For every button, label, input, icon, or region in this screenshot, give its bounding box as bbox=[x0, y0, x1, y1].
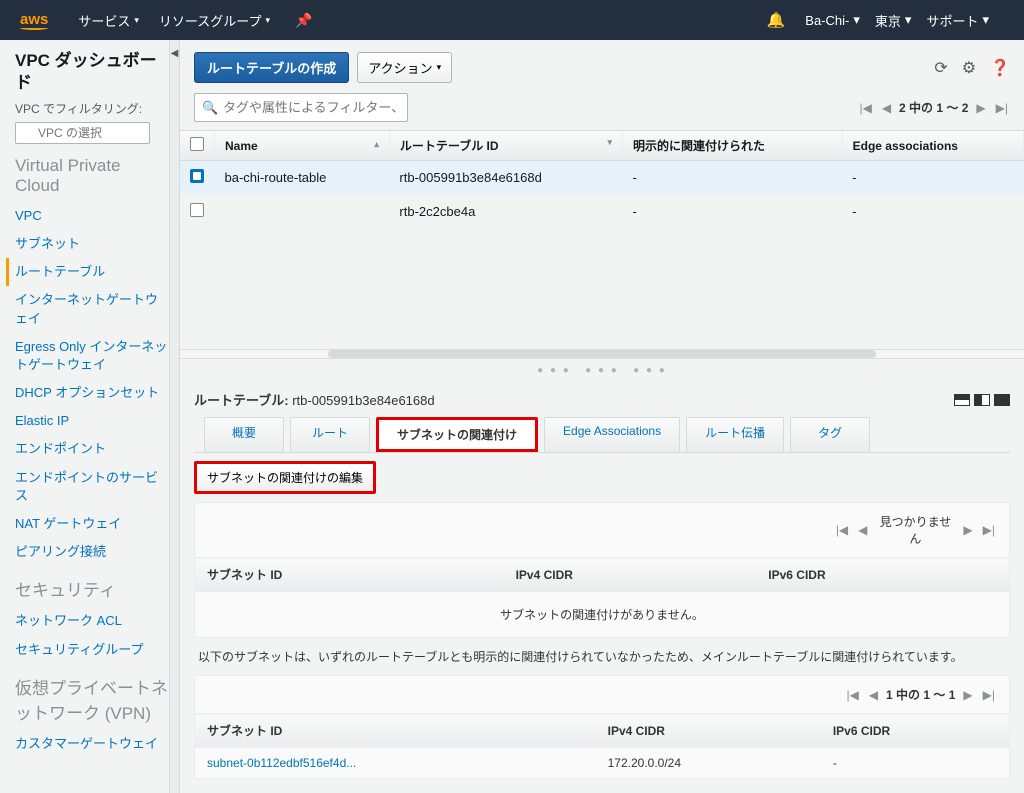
page-last-icon[interactable]: ▶| bbox=[994, 101, 1010, 115]
tab-subnet-associations[interactable]: サブネットの関連付け bbox=[376, 417, 538, 452]
select-all-checkbox[interactable] bbox=[190, 137, 204, 151]
account-menu[interactable]: Ba-Chi-▾ bbox=[805, 12, 860, 28]
tab-edge-associations[interactable]: Edge Associations bbox=[544, 417, 680, 452]
top-pagination: |◀ ◀ 2 中の 1 ～ 2 ▶ ▶| bbox=[857, 99, 1010, 116]
col-ipv6-cidr: IPv6 CIDR bbox=[821, 714, 1009, 748]
sidebar-item-igw[interactable]: インターネットゲートウェイ bbox=[15, 286, 169, 332]
resource-groups-menu[interactable]: リソースグループ▾ bbox=[159, 11, 270, 30]
col-ipv4-cidr: IPv4 CIDR bbox=[504, 558, 757, 592]
resource-search-input[interactable] bbox=[194, 93, 408, 122]
help-icon[interactable]: ❓ bbox=[990, 58, 1010, 78]
col-name[interactable]: Name▴ bbox=[215, 131, 390, 161]
col-ipv6-cidr: IPv6 CIDR bbox=[756, 558, 1009, 592]
page-prev-icon[interactable]: ◀ bbox=[856, 523, 869, 537]
tab-route-propagation[interactable]: ルート伝播 bbox=[686, 417, 784, 452]
sidebar-item-egress-igw[interactable]: Egress Only インターネットゲートウェイ bbox=[15, 333, 169, 379]
sidebar-item-sg[interactable]: セキュリティグループ bbox=[15, 636, 169, 664]
route-tables-table: Name▴ ルートテーブル ID▾ 明示的に関連付けられた Edge assoc… bbox=[180, 131, 1024, 229]
row-checkbox[interactable] bbox=[190, 203, 204, 217]
implicit-association-note: 以下のサブネットは、いずれのルートテーブルとも明示的に関連付けられていなかったた… bbox=[194, 638, 1010, 675]
subnet-link[interactable]: subnet-0b112edbf516ef4d... bbox=[207, 756, 356, 770]
tab-routes[interactable]: ルート bbox=[290, 417, 370, 452]
actions-button[interactable]: アクション▾ bbox=[357, 52, 452, 83]
page-first-icon[interactable]: |◀ bbox=[844, 688, 860, 702]
edit-subnet-associations-button[interactable]: サブネットの関連付けの編集 bbox=[194, 461, 376, 494]
layout-vertical-icon[interactable] bbox=[974, 394, 990, 406]
page-next-icon[interactable]: ▶ bbox=[961, 688, 974, 702]
sidebar-item-dhcp[interactable]: DHCP オプションセット bbox=[15, 379, 169, 407]
col-explicit[interactable]: 明示的に関連付けられた bbox=[623, 131, 843, 161]
page-first-icon[interactable]: |◀ bbox=[857, 101, 873, 115]
panel-resize-handle[interactable]: ● ● ● ● ● ● ● ● ● bbox=[180, 359, 1024, 382]
sidebar-item-subnet[interactable]: サブネット bbox=[15, 230, 169, 258]
sidebar-item-endpoint[interactable]: エンドポイント bbox=[15, 435, 169, 463]
page-info: 2 中の 1 ～ 2 bbox=[899, 99, 968, 116]
support-menu[interactable]: サポート▾ bbox=[926, 11, 989, 30]
col-edge[interactable]: Edge associations bbox=[842, 131, 1023, 161]
table-row[interactable]: subnet-0b112edbf516ef4d... 172.20.0.0/24… bbox=[195, 748, 1009, 779]
sidebar-collapse-handle[interactable]: ◀ bbox=[170, 40, 180, 793]
horizontal-scrollbar[interactable] bbox=[180, 349, 1024, 359]
sidebar-item-vpc[interactable]: VPC bbox=[15, 202, 169, 230]
no-results-label: 見つかりません bbox=[875, 513, 955, 547]
layout-horizontal-icon[interactable] bbox=[954, 394, 970, 406]
page-first-icon[interactable]: |◀ bbox=[834, 523, 850, 537]
col-subnet-id: サブネット ID bbox=[195, 558, 504, 592]
sidebar-item-eip[interactable]: Elastic IP bbox=[15, 407, 169, 435]
col-ipv4-cidr: IPv4 CIDR bbox=[596, 714, 821, 748]
sidebar-item-nat[interactable]: NAT ゲートウェイ bbox=[15, 510, 169, 538]
col-id[interactable]: ルートテーブル ID▾ bbox=[389, 131, 622, 161]
layout-full-icon[interactable] bbox=[994, 394, 1010, 406]
page-info: 1 中の 1 ～ 1 bbox=[886, 686, 955, 703]
page-last-icon[interactable]: ▶| bbox=[981, 688, 997, 702]
tab-summary[interactable]: 概要 bbox=[204, 417, 284, 452]
details-title: ルートテーブル: rtb-005991b3e84e6168d bbox=[194, 390, 435, 409]
sidebar-item-nacl[interactable]: ネットワーク ACL bbox=[15, 607, 169, 635]
sidebar-item-peering[interactable]: ピアリング接続 bbox=[15, 538, 169, 566]
details-tabs: 概要 ルート サブネットの関連付け Edge Associations ルート伝… bbox=[194, 417, 1010, 453]
filter-label: VPC でフィルタリング: bbox=[15, 102, 169, 118]
sidebar-title[interactable]: VPC ダッシュボード bbox=[15, 50, 169, 94]
section-security: セキュリティ bbox=[15, 576, 169, 601]
notifications-icon[interactable]: 🔔 bbox=[767, 11, 786, 29]
top-header: aws サービス▾ リソースグループ▾ 📌 🔔 Ba-Chi-▾ 東京▾ サポー… bbox=[0, 0, 1024, 40]
row-checkbox[interactable] bbox=[190, 169, 204, 183]
page-prev-icon[interactable]: ◀ bbox=[880, 101, 893, 115]
refresh-icon[interactable]: ⟳ bbox=[934, 58, 947, 78]
sidebar-item-route-tables[interactable]: ルートテーブル bbox=[6, 258, 169, 286]
services-menu[interactable]: サービス▾ bbox=[78, 11, 139, 30]
page-next-icon[interactable]: ▶ bbox=[974, 101, 987, 115]
region-menu[interactable]: 東京▾ bbox=[875, 11, 912, 30]
create-route-table-button[interactable]: ルートテーブルの作成 bbox=[194, 52, 349, 83]
section-vpc: Virtual Private Cloud bbox=[15, 156, 169, 196]
search-icon: 🔍 bbox=[202, 100, 218, 116]
subnet-associations-panel: |◀ ◀ 見つかりません ▶ ▶| サブネット ID IPv4 CIDR IPv… bbox=[194, 502, 1010, 638]
sidebar-item-endpoint-service[interactable]: エンドポイントのサービス bbox=[15, 464, 169, 510]
table-row[interactable]: rtb-2c2cbe4a - - bbox=[180, 195, 1024, 229]
page-last-icon[interactable]: ▶| bbox=[981, 523, 997, 537]
section-vpn: 仮想プライベートネットワーク (VPN) bbox=[15, 674, 169, 724]
settings-icon[interactable]: ⚙ bbox=[962, 58, 976, 78]
col-subnet-id: サブネット ID bbox=[195, 714, 596, 748]
content: ルートテーブルの作成 アクション▾ ⟳ ⚙ ❓ 🔍 |◀ ◀ 2 中の 1 ～ … bbox=[180, 40, 1024, 793]
page-next-icon[interactable]: ▶ bbox=[961, 523, 974, 537]
vpc-filter-input[interactable] bbox=[15, 122, 150, 144]
aws-logo[interactable]: aws bbox=[20, 11, 48, 30]
page-prev-icon[interactable]: ◀ bbox=[867, 688, 880, 702]
empty-message: サブネットの関連付けがありません。 bbox=[195, 592, 1009, 638]
table-row[interactable]: ba-chi-route-table rtb-005991b3e84e6168d… bbox=[180, 161, 1024, 195]
sidebar-item-cgw[interactable]: カスタマーゲートウェイ bbox=[15, 730, 169, 758]
pin-icon[interactable]: 📌 bbox=[295, 12, 312, 29]
tab-tags[interactable]: タグ bbox=[790, 417, 870, 452]
sidebar: VPC ダッシュボード VPC でフィルタリング: 🔍 Virtual Priv… bbox=[0, 40, 170, 793]
implicit-subnet-panel: |◀ ◀ 1 中の 1 ～ 1 ▶ ▶| サブネット ID IPv4 CIDR … bbox=[194, 675, 1010, 779]
